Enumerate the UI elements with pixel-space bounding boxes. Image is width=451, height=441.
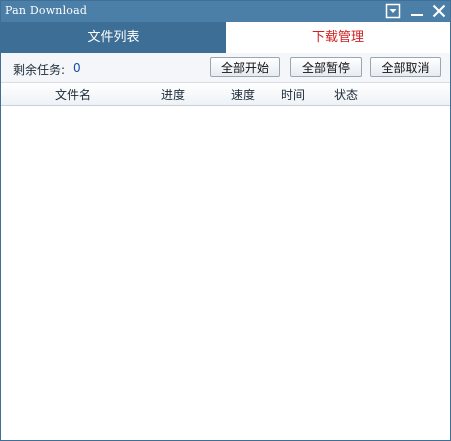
remaining-tasks-count: 0 [73, 61, 81, 75]
tab-bar: 文件列表 下载管理 [1, 22, 450, 53]
tab-download-manager[interactable]: 下载管理 [226, 22, 450, 53]
column-header-filename[interactable]: 文件名 [55, 86, 91, 103]
cancel-all-button[interactable]: 全部取消 [370, 57, 441, 77]
app-window: Pan Download 文件列表 下载管理 剩余任务: 0 全部开始 全部暂停 [0, 0, 451, 441]
column-header-time[interactable]: 时间 [281, 86, 305, 103]
pause-all-button[interactable]: 全部暂停 [290, 57, 362, 77]
title-bar[interactable]: Pan Download [1, 1, 450, 22]
download-list[interactable] [1, 106, 450, 440]
remaining-tasks-label: 剩余任务: [13, 63, 66, 77]
dropdown-menu-icon[interactable] [385, 3, 401, 19]
action-bar: 剩余任务: 0 全部开始 全部暂停 全部取消 [1, 53, 450, 83]
download-table-header: 文件名 进度 速度 时间 状态 [1, 83, 450, 106]
close-icon[interactable] [431, 3, 447, 19]
start-all-button[interactable]: 全部开始 [210, 57, 280, 77]
column-header-status[interactable]: 状态 [334, 86, 358, 103]
window-title: Pan Download [5, 4, 88, 17]
tab-file-list[interactable]: 文件列表 [1, 22, 226, 53]
column-header-progress[interactable]: 进度 [161, 86, 185, 103]
column-header-speed[interactable]: 速度 [231, 86, 255, 103]
minimize-icon[interactable] [409, 3, 425, 19]
